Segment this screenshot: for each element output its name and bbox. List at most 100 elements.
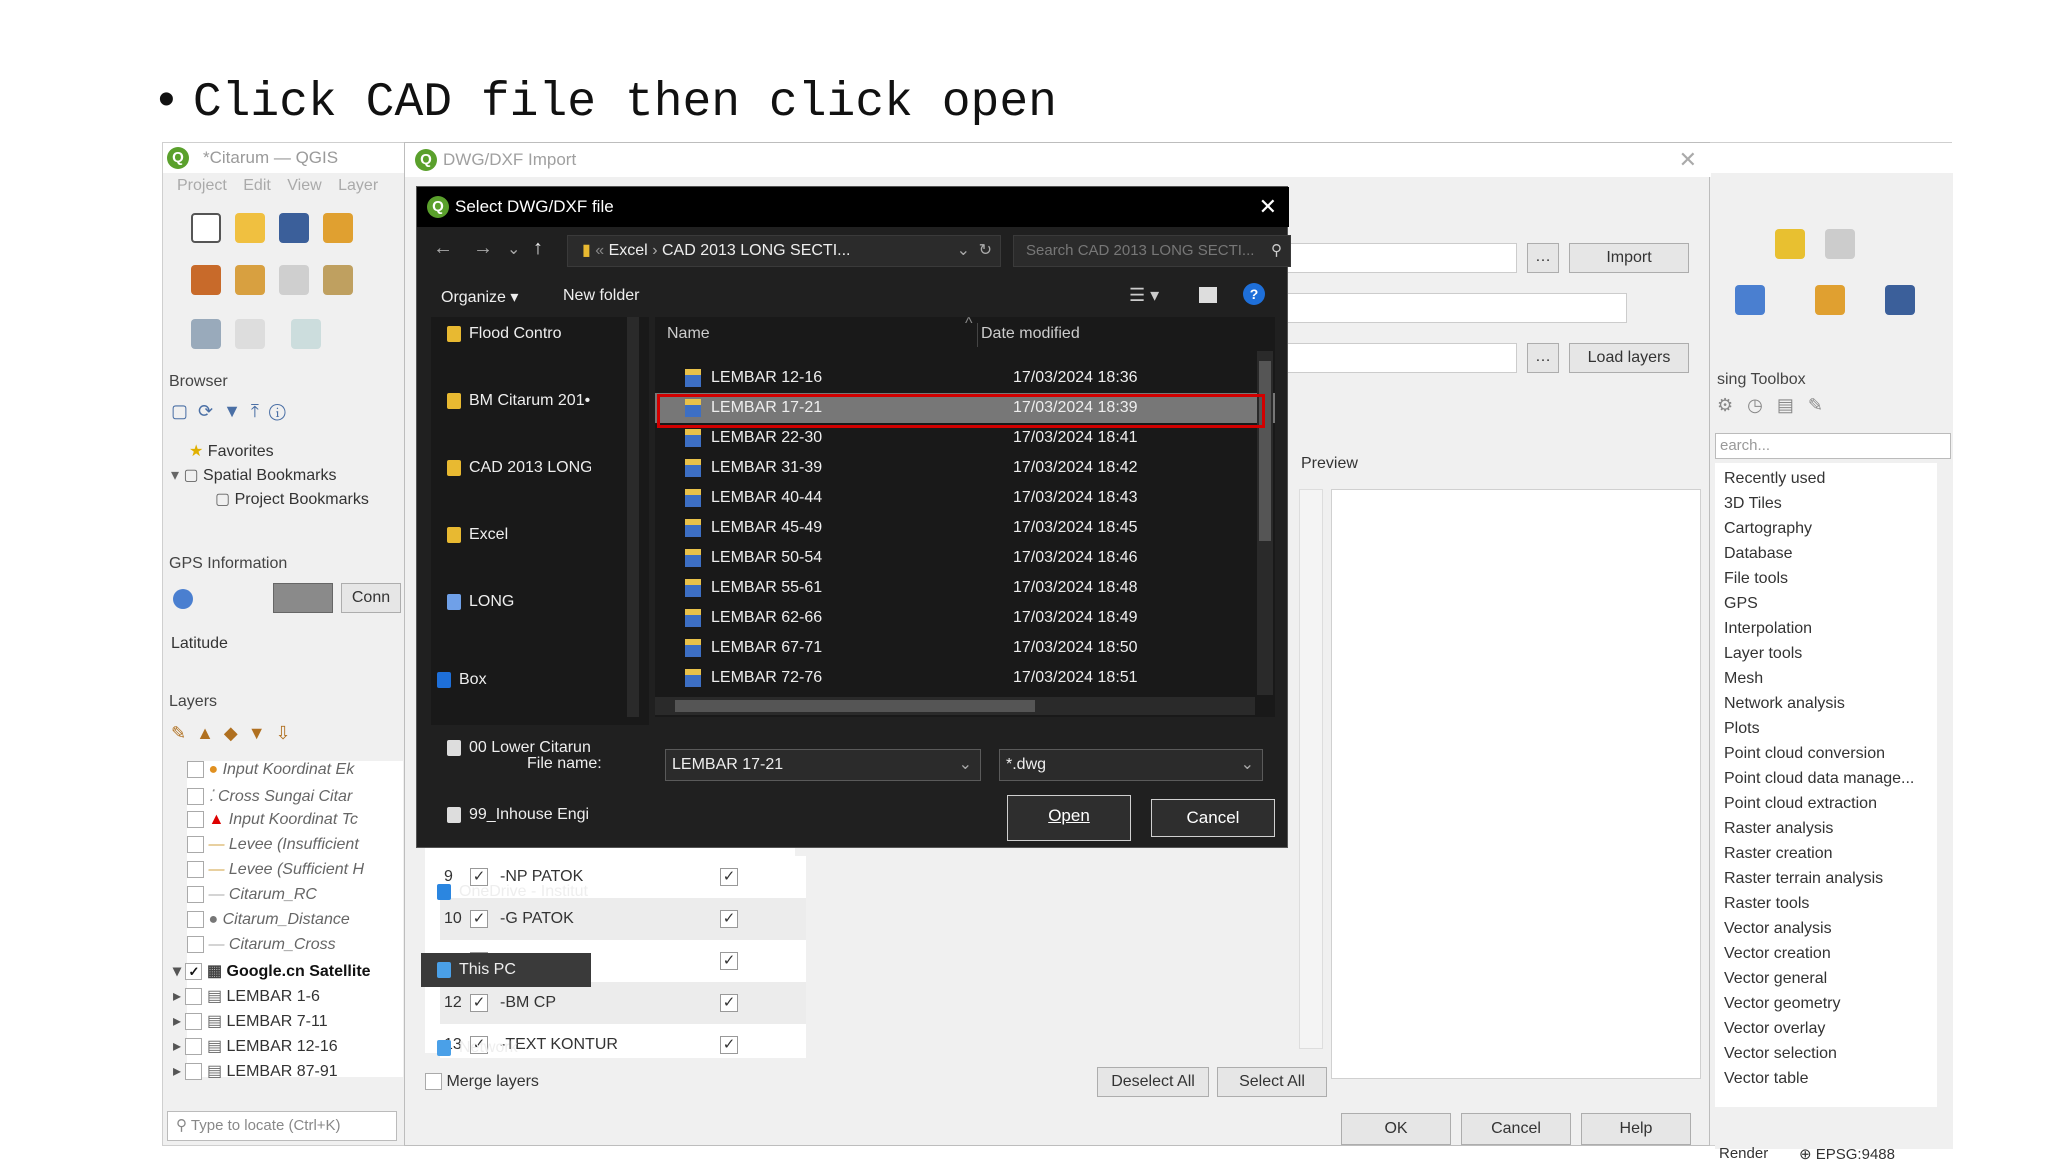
status-render[interactable]: Render [1719, 1145, 1768, 1162]
browser-project-bookmarks[interactable]: ▢ Project Bookmarks [215, 489, 369, 509]
toolbox-item[interactable]: Vector geometry [1724, 995, 1841, 1013]
open-button[interactable]: Open [1007, 795, 1131, 841]
menu-project[interactable]: Project [177, 177, 227, 194]
edit-icon[interactable] [323, 265, 353, 295]
nav-item[interactable]: LONG [431, 585, 591, 619]
info-icon[interactable] [173, 589, 193, 609]
file-type-select[interactable]: *.dwg ⌄ [999, 749, 1263, 781]
zoom-icon[interactable] [235, 319, 265, 349]
chevron-down-icon[interactable]: ⌄ [507, 239, 520, 259]
toolbox-search[interactable]: earch... [1715, 433, 1951, 459]
layer-item[interactable]: ● Citarum_Distance [187, 911, 350, 929]
column-date-modified[interactable]: Date modified [981, 317, 1080, 351]
toolbox-item[interactable]: Mesh [1724, 670, 1763, 688]
checkbox[interactable]: ✓ [470, 910, 488, 928]
preview-pane-icon[interactable] [1199, 287, 1217, 303]
file-row[interactable]: LEMBAR 55-61 17/03/2024 18:48 [655, 573, 1275, 603]
gps-color-swatch[interactable] [273, 583, 333, 613]
layer-item[interactable]: — Levee (Insufficient [187, 836, 359, 854]
open-project-icon[interactable] [235, 213, 265, 243]
locate-bar[interactable]: ⚲ Type to locate (Ctrl+K) [167, 1111, 397, 1141]
file-row[interactable]: LEMBAR 72-76 17/03/2024 18:51 [655, 663, 1275, 693]
toolbox-item[interactable]: Plots [1724, 720, 1760, 738]
column-name[interactable]: Name [667, 317, 710, 351]
chevron-down-icon[interactable]: ⌄ [1241, 750, 1254, 780]
nav-item[interactable]: CAD 2013 LONG [431, 451, 591, 485]
load-layers-button[interactable]: Load layers [1569, 343, 1689, 373]
crs-select[interactable] [1287, 293, 1627, 323]
nav-item[interactable]: BM Citarum 201• [431, 384, 591, 418]
add-layer-icon[interactable] [191, 265, 221, 295]
new-folder-button[interactable]: New folder [563, 287, 639, 305]
menu-view[interactable]: View [287, 177, 321, 194]
browser-spatial-bookmarks[interactable]: ▾ ▢ Spatial Bookmarks [171, 465, 336, 485]
checkbox[interactable]: ✓ [470, 994, 488, 1012]
cancel-button[interactable]: Cancel [1151, 799, 1275, 837]
geopackage-input[interactable] [1287, 343, 1517, 373]
templates-icon[interactable] [323, 213, 353, 243]
toolbox-item[interactable]: Point cloud data manage... [1724, 770, 1914, 788]
nav-item[interactable]: 99_Inhouse Engi [431, 798, 591, 832]
file-path-input[interactable] [1287, 243, 1517, 273]
organize-menu[interactable]: Organize ▾ [441, 287, 518, 307]
toolbox-item[interactable]: Raster terrain analysis [1724, 870, 1883, 888]
file-row[interactable]: LEMBAR 12-16 17/03/2024 18:36 [655, 363, 1275, 393]
save-project-icon[interactable] [279, 213, 309, 243]
toolbox-item[interactable]: Raster analysis [1724, 820, 1833, 838]
pan-icon[interactable] [191, 319, 221, 349]
toolbox-item[interactable]: Cartography [1724, 520, 1812, 538]
deselect-all-button[interactable]: Deselect All [1097, 1067, 1209, 1097]
layer-item[interactable]: ▲ Input Koordinat Tc [187, 811, 358, 829]
checkbox[interactable]: ✓ [720, 994, 738, 1012]
toolbox-item[interactable]: Vector table [1724, 1070, 1809, 1088]
file-row[interactable]: LEMBAR 62-66 17/03/2024 18:49 [655, 603, 1275, 633]
toolbox-item[interactable]: Recently used [1724, 470, 1825, 488]
layer-item[interactable]: ▸ ▤ LEMBAR 12-16 [173, 1036, 338, 1056]
tips-icon[interactable] [1775, 229, 1805, 259]
nav-item[interactable]: Box [421, 663, 591, 697]
toolbox-item[interactable]: Vector general [1724, 970, 1827, 988]
nav-item[interactable]: Excel [431, 518, 591, 552]
layer-item[interactable]: ▸ ▤ LEMBAR 87-91 [173, 1061, 338, 1081]
nav-scrollbar[interactable] [627, 317, 639, 717]
toolbox-item[interactable]: 3D Tiles [1724, 495, 1782, 513]
filename-input[interactable]: LEMBAR 17-21 ⌄ [665, 749, 981, 781]
settings-icon[interactable] [1825, 229, 1855, 259]
layer-item[interactable]: — Levee (Sufficient H [187, 861, 364, 879]
view-options-icon[interactable]: ☰ ▾ [1129, 285, 1159, 306]
select-icon[interactable] [291, 319, 321, 349]
nav-item[interactable]: Flood Contro [431, 317, 591, 351]
toolbox-item[interactable]: Vector analysis [1724, 920, 1832, 938]
nav-item[interactable]: This PC [421, 953, 591, 987]
select-all-button[interactable]: Select All [1217, 1067, 1327, 1097]
chevron-down-icon[interactable]: ⌄ [957, 236, 970, 266]
chevron-down-icon[interactable]: ⌄ [959, 750, 972, 780]
file-row[interactable]: LEMBAR 45-49 17/03/2024 18:45 [655, 513, 1275, 543]
layer-item[interactable]: — Citarum_Cross [187, 936, 336, 954]
layer-item[interactable]: — Citarum_RC [187, 886, 317, 904]
breadcrumb-excel[interactable]: Excel [609, 242, 648, 259]
file-row[interactable]: LEMBAR 50-54 17/03/2024 18:46 [655, 543, 1275, 573]
file-search-input[interactable]: Search CAD 2013 LONG SECTI... ⚲ [1013, 235, 1291, 267]
nav-item[interactable]: OneDrive - Institut [421, 875, 591, 909]
help-button[interactable]: Help [1581, 1113, 1691, 1145]
toolbox-item[interactable]: Raster creation [1724, 845, 1833, 863]
toolbox-item[interactable]: Vector overlay [1724, 1020, 1825, 1038]
back-arrow-icon[interactable]: ← [433, 237, 453, 260]
refresh-icon[interactable]: ↻ [979, 236, 992, 266]
toolbox-item[interactable]: Vector selection [1724, 1045, 1837, 1063]
import-button[interactable]: Import [1569, 243, 1689, 273]
toolbox-item[interactable]: Point cloud conversion [1724, 745, 1885, 763]
file-row[interactable]: LEMBAR 67-71 17/03/2024 18:50 [655, 633, 1275, 663]
add-vector-icon[interactable] [235, 265, 265, 295]
toolbox-item[interactable]: File tools [1724, 570, 1788, 588]
toolbox-item[interactable]: Network analysis [1724, 695, 1845, 713]
toolbox-item[interactable]: Raster tools [1724, 895, 1809, 913]
toolbox-item[interactable]: Vector creation [1724, 945, 1831, 963]
nav-item[interactable]: Network [421, 1031, 591, 1065]
digitize-icon[interactable] [279, 265, 309, 295]
help-icon[interactable]: ? [1243, 283, 1265, 305]
toolbox-item[interactable]: Database [1724, 545, 1793, 563]
horizontal-scrollbar[interactable] [655, 697, 1255, 715]
table-row[interactable]: 12 ✓ -BM CP ✓ [440, 982, 806, 1024]
